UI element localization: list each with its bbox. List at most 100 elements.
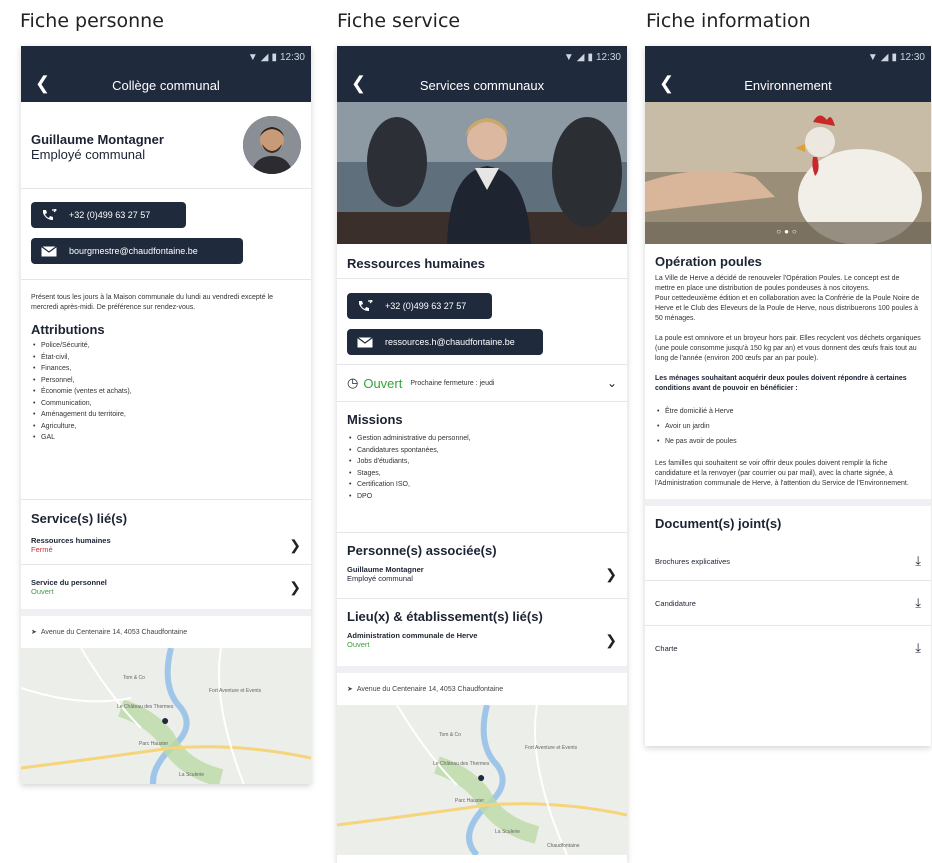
associated-person-role: Employé communal	[347, 574, 413, 583]
documents-header: Document(s) joint(s)	[645, 506, 931, 542]
document-name: Charte	[655, 643, 678, 653]
list-item: Communication,	[31, 398, 301, 410]
chevron-right-icon: ❯	[605, 565, 617, 582]
download-icon[interactable]: ⤓	[915, 553, 921, 569]
email-button[interactable]: ressources.h@chaudfontaine.be	[347, 329, 543, 355]
article-paragraph: Les familles qui souhaitent se voir offr…	[655, 460, 909, 487]
back-arrow-icon[interactable]: ❮	[659, 73, 674, 94]
back-arrow-icon[interactable]: ❮	[351, 73, 366, 94]
list-item: Économie (ventes et achats),	[31, 386, 301, 398]
document-row[interactable]: Charte ⤓	[645, 626, 931, 670]
chevron-right-icon: ❯	[605, 631, 617, 648]
location-arrow-icon: ➤	[347, 686, 353, 693]
persons-title: Personne(s) associée(s)	[347, 543, 497, 558]
header-bar: ❮ Services communaux	[337, 68, 627, 102]
header-bar: ❮ Collège communal	[21, 68, 311, 102]
chevron-right-icon: ❯	[289, 578, 301, 595]
chevron-down-icon: ⌄	[606, 376, 617, 390]
article-paragraph-bold: Les ménages souhaitant acquérir deux pou…	[655, 375, 907, 392]
header-title: Collège communal	[112, 77, 220, 93]
map-view[interactable]: Tom & Co Fort Aventure et Events Le Chât…	[337, 705, 627, 855]
wifi-icon: ▼	[867, 51, 878, 63]
map-pin-icon[interactable]: ●	[477, 769, 485, 785]
clock-icon: ◷	[347, 375, 359, 390]
opening-hours-toggle[interactable]: ◷ Ouvert Prochaine fermeture : jeudi ⌄	[337, 365, 627, 401]
places-section: Lieu(x) & établissement(s) lié(s) Admini…	[337, 599, 627, 666]
list-item: Police/Sécurité,	[31, 340, 301, 352]
map-label: Fort Aventure et Events	[209, 688, 262, 694]
associated-person[interactable]: Guillaume Montagner Employé communal ❯	[347, 565, 617, 583]
document-row[interactable]: Brochures explicatives ⤓	[645, 542, 931, 580]
documents-title: Document(s) joint(s)	[655, 516, 782, 531]
call-button-label: +32 (0)499 63 27 57	[385, 301, 467, 311]
status-time: 12:30	[595, 51, 621, 63]
address-row: ➤ Avenue du Centenaire 14, 4053 Chaudfon…	[21, 616, 311, 648]
wifi-icon: ▼	[563, 51, 574, 63]
map-pin-icon[interactable]: ●	[161, 712, 169, 728]
document-row[interactable]: Candidature ⤓	[645, 581, 931, 625]
email-button[interactable]: bourgmestre@chaudfontaine.be	[31, 238, 243, 264]
list-item: Jobs d'étudiants,	[347, 456, 617, 468]
chevron-right-icon: ❯	[289, 536, 301, 553]
map-view[interactable]: Tom & Co Fort Aventure et Events Le Chât…	[21, 648, 311, 784]
linked-service-name: Service du personnel	[31, 578, 107, 587]
info-photo-carousel[interactable]: ○●○	[645, 102, 931, 244]
linked-service-personnel[interactable]: Service du personnel Ouvert ❯	[31, 565, 301, 609]
article-paragraph: La poule est omnivore et un broyeur hors…	[655, 335, 921, 362]
phone-service: ▼ ◢ ▮ 12:30 ❮ Services communaux Ressour…	[337, 46, 627, 863]
map-label: Fort Aventure et Events	[525, 745, 578, 751]
call-button[interactable]: +32 (0)499 63 27 57	[347, 293, 492, 319]
column-title-service: Fiche service	[337, 10, 461, 32]
phone-icon	[359, 300, 373, 311]
map-label: Le Château des Thermes	[433, 761, 490, 767]
document-name: Brochures explicatives	[655, 556, 731, 566]
download-icon[interactable]: ⤓	[915, 595, 921, 611]
status-time: 12:30	[279, 51, 305, 63]
status-time: 12:30	[899, 51, 925, 63]
status-badge: Ouvert	[347, 640, 370, 649]
mail-icon	[357, 336, 373, 347]
linked-services: Service(s) lié(s) Ressources humaines Fe…	[21, 500, 311, 564]
back-arrow-icon[interactable]: ❮	[35, 73, 50, 94]
list-item: Finances,	[31, 363, 301, 375]
linked-place[interactable]: Administration communale de Herve Ouvert…	[347, 631, 617, 649]
service-name: Ressources humaines	[347, 256, 486, 271]
list-item: Gestion administrative du personnel,	[347, 433, 617, 445]
attributions-title: Attributions	[31, 322, 105, 337]
email-button-label: bourgmestre@chaudfontaine.be	[69, 246, 198, 256]
service-photo	[337, 102, 627, 244]
presence-text: Présent tous les jours à la Maison commu…	[31, 294, 274, 311]
linked-service-name: Ressources humaines	[31, 536, 111, 545]
contact-buttons: +32 (0)499 63 27 57 bourgmestre@chaudfon…	[21, 189, 311, 279]
map-label: Tom & Co	[439, 732, 461, 738]
document-name: Candidature	[655, 598, 696, 608]
status-badge: Fermé	[31, 545, 53, 554]
phone-info: ▼ ◢ ▮ 12:30 ❮ Environnement ○●○ Opératio…	[645, 46, 931, 746]
carousel-dots[interactable]: ○●○	[645, 227, 931, 236]
header-title: Environnement	[744, 77, 832, 93]
phone-person: ▼ ◢ ▮ 12:30 ❮ Collège communal Guillaume…	[21, 46, 311, 784]
list-item: DPO	[347, 491, 617, 503]
status-bar: ▼ ◢ ▮ 12:30	[645, 46, 931, 68]
missions-section: Missions Gestion administrative du perso…	[337, 402, 627, 532]
list-item: Aménagement du territoire,	[31, 409, 301, 421]
map-label: Parc Hauster	[139, 741, 169, 747]
article-paragraph: La Ville de Herve a décidé de renouveler…	[655, 275, 900, 292]
map-label: Chaudfontaine	[547, 843, 580, 849]
contact-buttons: +32 (0)499 63 27 57 ressources.h@chaudfo…	[337, 279, 627, 364]
list-item: Stages,	[347, 468, 617, 480]
linked-place-name: Administration communale de Herve	[347, 631, 478, 640]
download-icon[interactable]: ⤓	[915, 640, 921, 656]
persons-section: Personne(s) associée(s) Guillaume Montag…	[337, 533, 627, 598]
person-details: Présent tous les jours à la Maison commu…	[21, 280, 311, 499]
list-item: Agriculture,	[31, 421, 301, 433]
call-button[interactable]: +32 (0)499 63 27 57	[31, 202, 186, 228]
linked-service-hr[interactable]: Ressources humaines Fermé ❯	[31, 526, 301, 564]
list-item: Ne pas avoir de poules	[655, 434, 921, 449]
list-item: Avoir un jardin	[655, 419, 921, 434]
wifi-icon: ▼	[247, 51, 258, 63]
column-title-info: Fiche information	[646, 10, 811, 32]
location-arrow-icon: ➤	[31, 629, 37, 636]
list-item: Personnel,	[31, 375, 301, 387]
service-name-row: Ressources humaines	[337, 244, 627, 278]
